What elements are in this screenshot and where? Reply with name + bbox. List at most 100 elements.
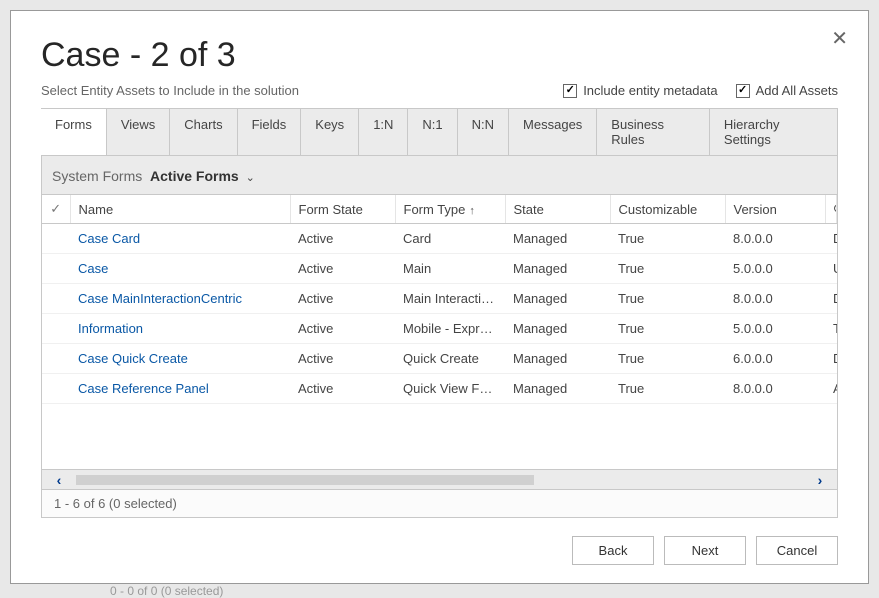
cell-customizable: True bbox=[610, 374, 725, 404]
cell-version: 5.0.0.0 bbox=[725, 314, 825, 344]
scroll-left-icon[interactable]: ‹ bbox=[42, 472, 76, 488]
tab-nn[interactable]: N:N bbox=[458, 109, 509, 155]
col-customizable[interactable]: Customizable bbox=[610, 195, 725, 224]
row-select[interactable] bbox=[42, 254, 70, 284]
cell-form-state: Active bbox=[290, 314, 395, 344]
cell-customizable: True bbox=[610, 284, 725, 314]
tab-keys[interactable]: Keys bbox=[301, 109, 359, 155]
tab-charts[interactable]: Charts bbox=[170, 109, 237, 155]
modal-header: Case - 2 of 3 Select Entity Assets to In… bbox=[11, 11, 868, 108]
checkbox-icon bbox=[563, 84, 577, 98]
cell-customizable: True bbox=[610, 254, 725, 284]
chevron-down-icon: ⌄ bbox=[246, 172, 255, 184]
form-name-link[interactable]: Case bbox=[78, 261, 108, 276]
cell-form-type: Quick View Form bbox=[395, 374, 505, 404]
col-form-type[interactable]: Form Type↑ bbox=[395, 195, 505, 224]
tab-messages[interactable]: Messages bbox=[509, 109, 597, 155]
cell-desc: This bbox=[825, 314, 837, 344]
select-all-header[interactable]: ✓ bbox=[42, 195, 70, 224]
scroll-right-icon[interactable]: › bbox=[803, 472, 837, 488]
modal-footer: Back Next Cancel bbox=[11, 518, 868, 583]
row-select[interactable] bbox=[42, 374, 70, 404]
sort-asc-icon: ↑ bbox=[469, 205, 475, 217]
back-button[interactable]: Back bbox=[572, 536, 654, 565]
tab-business-rules[interactable]: Business Rules bbox=[597, 109, 710, 155]
form-name-link[interactable]: Case MainInteractionCentric bbox=[78, 291, 242, 306]
cell-version: 8.0.0.0 bbox=[725, 224, 825, 254]
col-version[interactable]: Version bbox=[725, 195, 825, 224]
checkbox-icon bbox=[736, 84, 750, 98]
scroll-track[interactable] bbox=[76, 475, 803, 485]
tab-views[interactable]: Views bbox=[107, 109, 170, 155]
table-row[interactable]: Case ActiveMainManagedTrue5.0.0.0Upd bbox=[42, 254, 837, 284]
subtitle-row: Select Entity Assets to Include in the s… bbox=[41, 83, 838, 98]
cell-version: 5.0.0.0 bbox=[725, 254, 825, 284]
forms-grid: ✓ Name Form State Form Type↑ State Custo… bbox=[42, 194, 837, 517]
cancel-button[interactable]: Cancel bbox=[756, 536, 838, 565]
col-state[interactable]: State bbox=[505, 195, 610, 224]
horizontal-scrollbar[interactable]: ‹ › bbox=[42, 469, 837, 489]
table-row[interactable]: Case Quick Create ActiveQuick CreateManag… bbox=[42, 344, 837, 374]
table-row[interactable]: Case MainInteractionCentric ActiveMain In… bbox=[42, 284, 837, 314]
cell-customizable: True bbox=[610, 224, 725, 254]
cell-version: 8.0.0.0 bbox=[725, 374, 825, 404]
tab-fields[interactable]: Fields bbox=[238, 109, 302, 155]
row-select[interactable] bbox=[42, 284, 70, 314]
col-form-state[interactable]: Form State bbox=[290, 195, 395, 224]
system-forms-label: System Forms bbox=[52, 168, 142, 184]
form-name-link[interactable]: Case Card bbox=[78, 231, 140, 246]
page-subtitle: Select Entity Assets to Include in the s… bbox=[41, 83, 299, 98]
cell-desc: Def bbox=[825, 344, 837, 374]
cell-form-type: Main Interaction... bbox=[395, 284, 505, 314]
refresh-icon: ⟳ bbox=[834, 201, 837, 216]
cell-form-state: Active bbox=[290, 344, 395, 374]
col-name[interactable]: Name bbox=[70, 195, 290, 224]
cell-form-type: Main bbox=[395, 254, 505, 284]
grid-panel: System Forms Active Forms ⌄ bbox=[41, 156, 838, 518]
pager-label: 1 - 6 of 6 (0 selected) bbox=[42, 489, 837, 517]
table-row[interactable]: Case Reference Panel ActiveQuick View For… bbox=[42, 374, 837, 404]
cell-state: Managed bbox=[505, 374, 610, 404]
form-name-link[interactable]: Information bbox=[78, 321, 143, 336]
current-view-label: Active Forms bbox=[150, 168, 239, 184]
cell-version: 6.0.0.0 bbox=[725, 344, 825, 374]
cell-state: Managed bbox=[505, 224, 610, 254]
cell-customizable: True bbox=[610, 344, 725, 374]
cell-customizable: True bbox=[610, 314, 725, 344]
row-select[interactable] bbox=[42, 314, 70, 344]
tab-n1[interactable]: N:1 bbox=[408, 109, 457, 155]
cell-state: Managed bbox=[505, 344, 610, 374]
table-row[interactable]: InformationActiveMobile - ExpressManaged… bbox=[42, 314, 837, 344]
form-name-link[interactable]: Case Quick Create bbox=[78, 351, 188, 366]
cell-form-type: Card bbox=[395, 224, 505, 254]
cell-state: Managed bbox=[505, 254, 610, 284]
checkbox-label: Add All Assets bbox=[756, 83, 838, 98]
tab-hierarchy-settings[interactable]: Hierarchy Settings bbox=[710, 109, 838, 155]
cell-form-state: Active bbox=[290, 254, 395, 284]
cell-form-state: Active bbox=[290, 284, 395, 314]
table-row[interactable]: Case CardActiveCardManagedTrue8.0.0.0Def bbox=[42, 224, 837, 254]
page-title: Case - 2 of 3 bbox=[41, 36, 838, 75]
cell-form-state: Active bbox=[290, 374, 395, 404]
cell-version: 8.0.0.0 bbox=[725, 284, 825, 314]
form-name-link[interactable]: Case Reference Panel bbox=[78, 381, 209, 396]
row-select[interactable] bbox=[42, 224, 70, 254]
tab-1n[interactable]: 1:N bbox=[359, 109, 408, 155]
cell-state: Managed bbox=[505, 314, 610, 344]
col-refresh[interactable]: ⟳ bbox=[825, 195, 837, 224]
cell-form-type: Quick Create bbox=[395, 344, 505, 374]
cell-form-state: Active bbox=[290, 224, 395, 254]
cell-desc: Upd bbox=[825, 254, 837, 284]
scroll-thumb[interactable] bbox=[76, 475, 534, 485]
row-select[interactable] bbox=[42, 344, 70, 374]
add-all-assets-checkbox[interactable]: Add All Assets bbox=[736, 83, 838, 98]
entity-assets-modal: ✕ Case - 2 of 3 Select Entity Assets to … bbox=[10, 10, 869, 584]
include-metadata-checkbox[interactable]: Include entity metadata bbox=[563, 83, 717, 98]
background-pager-text: 0 - 0 of 0 (0 selected) bbox=[110, 584, 223, 598]
next-button[interactable]: Next bbox=[664, 536, 746, 565]
tab-forms[interactable]: Forms bbox=[41, 109, 107, 155]
cell-desc: Def bbox=[825, 284, 837, 314]
view-selector[interactable]: System Forms Active Forms ⌄ bbox=[42, 156, 837, 194]
close-icon[interactable]: ✕ bbox=[831, 26, 848, 51]
cell-desc: A fo bbox=[825, 374, 837, 404]
